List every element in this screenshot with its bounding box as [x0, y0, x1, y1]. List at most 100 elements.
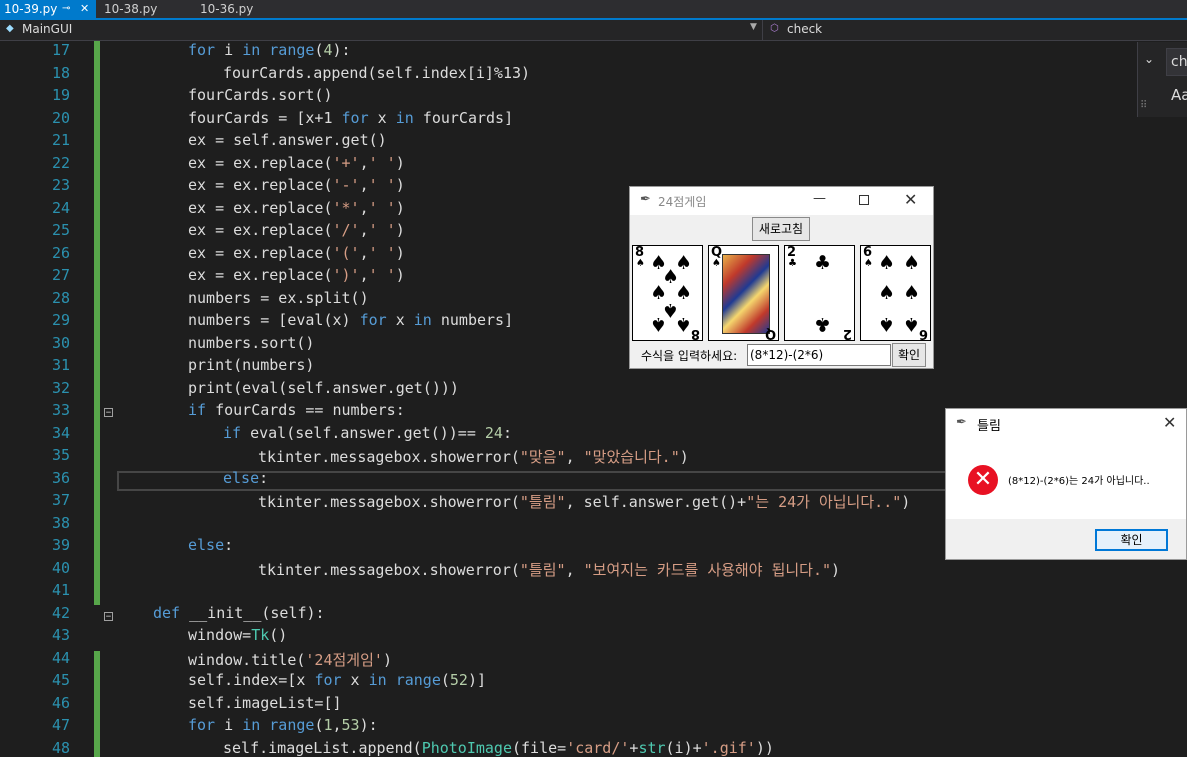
window-titlebar[interactable]: ✒ 24점게임 — ✕	[630, 187, 933, 215]
feather-icon: ✒	[640, 192, 651, 207]
dialog-message: (8*12)-(2*6)는 24가 아닙니다..	[1008, 476, 1150, 487]
line-number: 38	[51, 513, 70, 532]
scope-label: MainGUI	[22, 22, 73, 36]
code-line: ex = ex.replace('(',' ')	[188, 243, 405, 262]
line-number: 40	[51, 558, 70, 577]
search-input[interactable]: ch	[1166, 48, 1187, 76]
line-number: 47	[51, 716, 70, 734]
window-title: 24점게임	[658, 195, 707, 209]
line-number: 17	[51, 41, 70, 59]
code-line: fourCards = [x+1 for x in fourCards]	[188, 108, 514, 127]
code-line: fourCards.sort()	[188, 86, 333, 104]
line-number: 41	[51, 581, 70, 599]
code-line: for i in range(1,53):	[188, 716, 378, 734]
line-number: 43	[51, 626, 70, 644]
fold-toggle-icon[interactable]: −	[104, 612, 113, 622]
code-line: numbers = ex.split()	[188, 288, 369, 307]
expression-label: 수식을 입력하세요:	[641, 349, 738, 363]
grip-icon: ⠿	[1140, 100, 1148, 111]
code-editor[interactable]: 17 18 19 20 21 22 23 24 25 26 27 28 29 30 31 32 33 34 35 36…	[0, 41, 1137, 757]
close-icon[interactable]: ✕	[80, 0, 89, 18]
change-bar	[94, 41, 100, 605]
fold-toggle-icon[interactable]: −	[104, 408, 113, 418]
line-number: 48	[51, 738, 70, 757]
line-number: 24	[51, 198, 70, 217]
code-line: ex = self.answer.get()	[188, 131, 387, 149]
code-line: self.index=[x for x in range(52)]	[188, 671, 487, 689]
line-number: 36	[51, 468, 70, 487]
error-message-box: ✒ 틀림 ✕ ✕ (8*12)-(2*6)는 24가 아닙니다.. 확인	[945, 408, 1187, 560]
code-line: print(eval(self.answer.get()))	[188, 378, 459, 397]
line-number: 39	[51, 536, 70, 554]
code-line: if fourCards == numbers:	[188, 401, 405, 419]
line-number: 29	[51, 311, 70, 329]
scope-dropdown[interactable]: ◆ MainGUI ▼	[0, 20, 763, 40]
refresh-button[interactable]: 새로고침	[752, 217, 810, 241]
code-line: numbers.sort()	[188, 333, 315, 352]
line-number: 28	[51, 288, 70, 307]
code-line: window=Tk()	[188, 626, 288, 644]
line-number: 30	[51, 333, 70, 352]
line-number: 42	[51, 603, 70, 622]
change-bar	[94, 651, 100, 757]
dialog-title: 틀림	[977, 419, 1001, 434]
confirm-button[interactable]: 확인	[892, 343, 926, 367]
code-line: ex = ex.replace('-',' ')	[188, 176, 405, 194]
code-line: ex = ex.replace('*',' ')	[188, 198, 405, 217]
playing-card-4: 6 ♠ ♠ ♠ ♠ ♠ ♠ ♠ 6	[860, 245, 931, 341]
line-number: 26	[51, 243, 70, 262]
line-number: 33	[51, 401, 70, 419]
find-widget: ⌄ ch Aa ⠿	[1137, 42, 1187, 117]
line-number: 20	[51, 108, 70, 127]
tab-label: 10-39.py	[4, 2, 58, 16]
code-line: tkinter.messagebox.showerror("틀림", self.…	[258, 493, 911, 511]
code-line: if eval(self.answer.get())== 24:	[223, 423, 512, 442]
tab-label: 10-36.py	[200, 2, 254, 16]
card-rank: 6	[918, 326, 928, 341]
minimize-button[interactable]: —	[813, 191, 826, 206]
card-rank: 2	[842, 326, 852, 341]
chevron-down-icon[interactable]: ▼	[750, 22, 757, 32]
maximize-button[interactable]	[859, 195, 869, 205]
playing-card-3: 2 ♣ ♣ ♣ 2	[784, 245, 855, 341]
match-case-toggle[interactable]: Aa	[1171, 86, 1187, 104]
pin-icon[interactable]: ⊸	[62, 0, 70, 18]
line-number: 45	[51, 671, 70, 689]
code-line: ex = ex.replace('/',' ')	[188, 221, 405, 239]
code-line: self.imageList=[]	[188, 693, 342, 712]
code-line: ex = ex.replace(')',' ')	[188, 266, 405, 284]
ok-button[interactable]: 확인	[1095, 529, 1168, 551]
line-number: 27	[51, 266, 70, 284]
tab-10-38[interactable]: 10-38.py	[100, 0, 195, 18]
code-line: print(numbers)	[188, 356, 315, 374]
tab-10-36[interactable]: 10-36.py	[196, 0, 296, 18]
line-number: 19	[51, 86, 70, 104]
error-icon: ✕	[968, 465, 998, 495]
code-line: window.title('24점게임')	[188, 650, 392, 669]
close-button[interactable]: ✕	[904, 190, 917, 209]
playing-card-2: Q ♠ Q	[708, 245, 779, 341]
tab-bar: 10-39.py ⊸ ✕ 10-38.py 10-36.py	[0, 0, 1187, 20]
tk-game-window: ✒ 24점게임 — ✕ 새로고침 8 ♠ ♠ ♠ ♠ ♠ ♠ ♠ ♠ ♠ 8 Q ♠ …	[629, 186, 934, 369]
class-icon: ◆	[6, 23, 14, 34]
playing-card-1: 8 ♠ ♠ ♠ ♠ ♠ ♠ ♠ ♠ ♠ 8	[632, 245, 703, 341]
tab-label: 10-38.py	[104, 2, 158, 16]
card-rank: Q	[764, 326, 776, 341]
dialog-footer: 확인	[946, 519, 1186, 559]
line-number: 23	[51, 176, 70, 194]
line-number: 34	[51, 423, 70, 442]
member-label: check	[787, 22, 823, 36]
method-icon: ⬡	[770, 23, 779, 34]
code-line: numbers = [eval(x) for x in numbers]	[188, 311, 514, 329]
code-line: fourCards.append(self.index[i]%13)	[223, 63, 531, 82]
tab-10-39[interactable]: 10-39.py ⊸ ✕	[0, 0, 96, 18]
line-number: 44	[51, 648, 70, 667]
line-number: 22	[51, 153, 70, 172]
expression-input[interactable]: (8*12)-(2*6)	[747, 344, 891, 366]
code-line: def __init__(self):	[153, 603, 325, 622]
chevron-down-icon[interactable]: ⌄	[1144, 52, 1154, 66]
code-line: self.imageList.append(PhotoImage(file='c…	[223, 738, 774, 757]
close-button[interactable]: ✕	[1163, 413, 1176, 432]
line-number: 18	[51, 63, 70, 82]
code-line: ex = ex.replace('+',' ')	[188, 153, 405, 172]
